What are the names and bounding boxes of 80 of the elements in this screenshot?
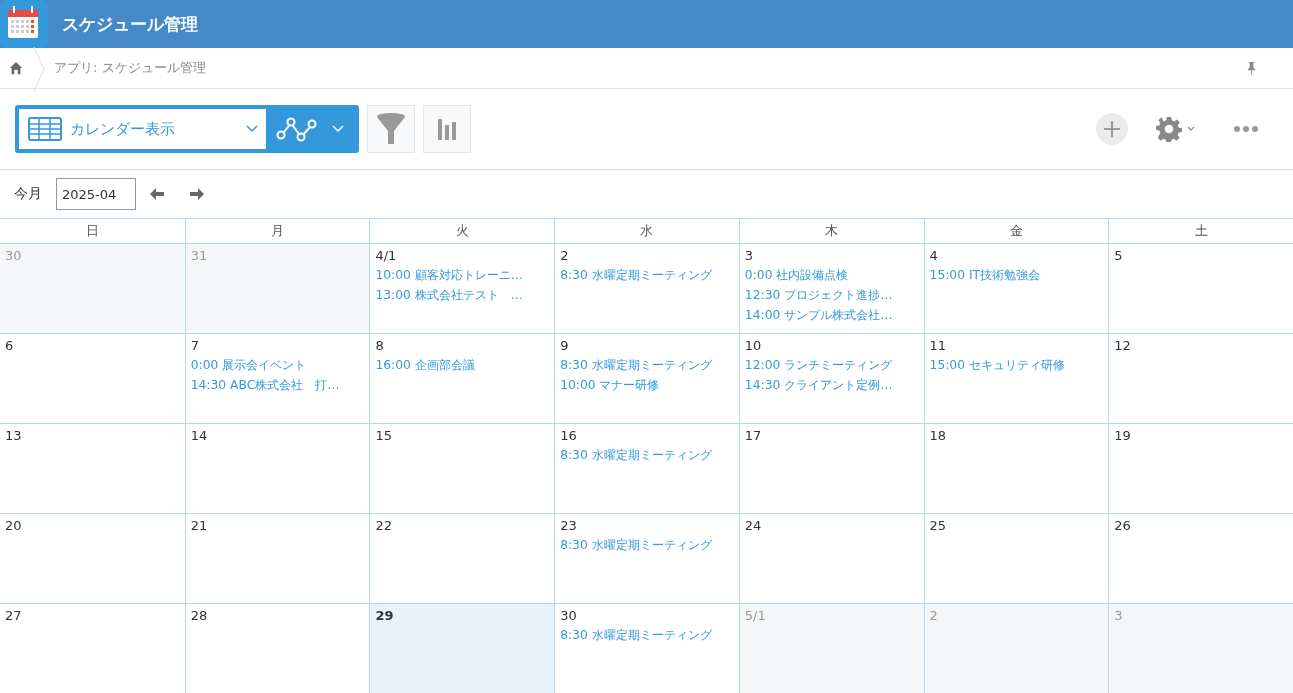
date-number: 9 bbox=[560, 337, 569, 355]
line-graph-icon bbox=[276, 116, 318, 142]
date-number: 2 bbox=[560, 247, 569, 265]
chart-button[interactable] bbox=[423, 105, 471, 153]
event-link[interactable]: 14:00 サンプル株式会社… bbox=[744, 305, 893, 325]
weekday-header: 金 bbox=[923, 219, 1109, 244]
date-number: 16 bbox=[560, 427, 577, 445]
date-number: 21 bbox=[190, 517, 208, 535]
date-number: 11 bbox=[929, 337, 947, 355]
funnel-icon bbox=[376, 112, 406, 146]
event-link[interactable]: 14:30 ABC株式会社 打… bbox=[190, 375, 340, 395]
date-number: 4 bbox=[929, 247, 938, 265]
date-number: 25 bbox=[929, 517, 947, 535]
date-number: 8 bbox=[375, 337, 384, 355]
event-link[interactable]: 8:30 水曜定期ミーティング bbox=[560, 535, 712, 555]
date-number: 29 bbox=[375, 607, 394, 625]
event-link[interactable]: 15:00 IT技術勉強会 bbox=[929, 265, 1041, 285]
date-number: 14 bbox=[190, 427, 208, 445]
date-number: 22 bbox=[375, 517, 392, 535]
date-number: 30 bbox=[5, 247, 22, 265]
event-link[interactable]: 8:30 水曜定期ミーティング bbox=[560, 265, 712, 285]
date-number: 4/1 bbox=[375, 247, 397, 265]
date-number: 28 bbox=[190, 607, 208, 625]
date-number: 5/1 bbox=[744, 607, 766, 625]
weekday-header: 土 bbox=[1108, 219, 1293, 244]
date-number: 5 bbox=[1114, 247, 1123, 265]
left-arrow-icon[interactable] bbox=[150, 188, 164, 200]
pin-icon[interactable] bbox=[1246, 60, 1257, 76]
add-button[interactable] bbox=[1096, 113, 1128, 145]
date-number: 27 bbox=[5, 607, 22, 625]
event-link[interactable]: 0:00 社内設備点検 bbox=[744, 265, 849, 285]
month-field[interactable]: 2025-04 bbox=[56, 178, 136, 210]
date-number: 30 bbox=[560, 607, 577, 625]
date-number: 12 bbox=[1114, 337, 1131, 355]
date-number: 31 bbox=[190, 247, 208, 265]
date-number: 7 bbox=[190, 337, 199, 355]
caret-icon bbox=[1187, 126, 1195, 132]
date-number: 13 bbox=[5, 427, 22, 445]
caret-icon bbox=[246, 125, 258, 133]
app-title: スケジュール管理 bbox=[62, 12, 198, 36]
date-number: 19 bbox=[1114, 427, 1131, 445]
date-number: 26 bbox=[1114, 517, 1131, 535]
table-icon bbox=[28, 117, 62, 141]
event-link[interactable]: 16:00 企画部会議 bbox=[375, 355, 475, 375]
date-number: 18 bbox=[929, 427, 947, 445]
weekday-header: 木 bbox=[738, 219, 924, 244]
settings-icon bbox=[1156, 116, 1182, 142]
event-link[interactable]: 8:30 水曜定期ミーティング bbox=[560, 445, 712, 465]
event-link[interactable]: 13:00 株式会社テスト … bbox=[375, 285, 524, 305]
event-link[interactable]: 10:00 顧客対応トレーニ… bbox=[375, 265, 524, 285]
date-number: 10 bbox=[744, 337, 762, 355]
event-link[interactable]: 15:00 セキュリティ研修 bbox=[929, 355, 1065, 375]
date-number: 2 bbox=[929, 607, 938, 625]
date-number: 24 bbox=[744, 517, 762, 535]
date-number: 15 bbox=[375, 427, 392, 445]
event-link[interactable]: 0:00 展示会イベント bbox=[190, 355, 307, 375]
breadcrumb-link[interactable]: アプリ: スケジュール管理 bbox=[54, 59, 206, 77]
date-number: 6 bbox=[5, 337, 14, 355]
event-link[interactable]: 12:30 プロジェクト進捗… bbox=[744, 285, 893, 305]
ellipsis-icon bbox=[1233, 125, 1259, 133]
this-month-button[interactable]: 今月 bbox=[14, 185, 42, 203]
right-arrow-icon[interactable] bbox=[190, 188, 204, 200]
date-number: 17 bbox=[744, 427, 762, 445]
view-dropdown[interactable]: カレンダー表示 bbox=[19, 109, 266, 149]
event-link[interactable]: 10:00 マナー研修 bbox=[560, 375, 660, 395]
event-link[interactable]: 12:00 ランチミーティング bbox=[744, 355, 893, 375]
weekday-header: 火 bbox=[369, 219, 555, 244]
caret-icon bbox=[332, 125, 344, 133]
plus-icon bbox=[1103, 120, 1121, 138]
date-number: 20 bbox=[5, 517, 22, 535]
event-link[interactable]: 14:30 クライアント定例… bbox=[744, 375, 893, 395]
date-number: 3 bbox=[744, 247, 754, 265]
filter-button[interactable] bbox=[367, 105, 415, 153]
weekday-header: 水 bbox=[554, 219, 739, 244]
home-icon[interactable] bbox=[9, 61, 23, 75]
date-number: 23 bbox=[560, 517, 577, 535]
bar-chart-icon bbox=[437, 118, 457, 140]
date-number: 3 bbox=[1114, 607, 1123, 625]
event-link[interactable]: 8:30 水曜定期ミーティング bbox=[560, 355, 712, 375]
event-link[interactable]: 8:30 水曜定期ミーティング bbox=[560, 625, 712, 645]
